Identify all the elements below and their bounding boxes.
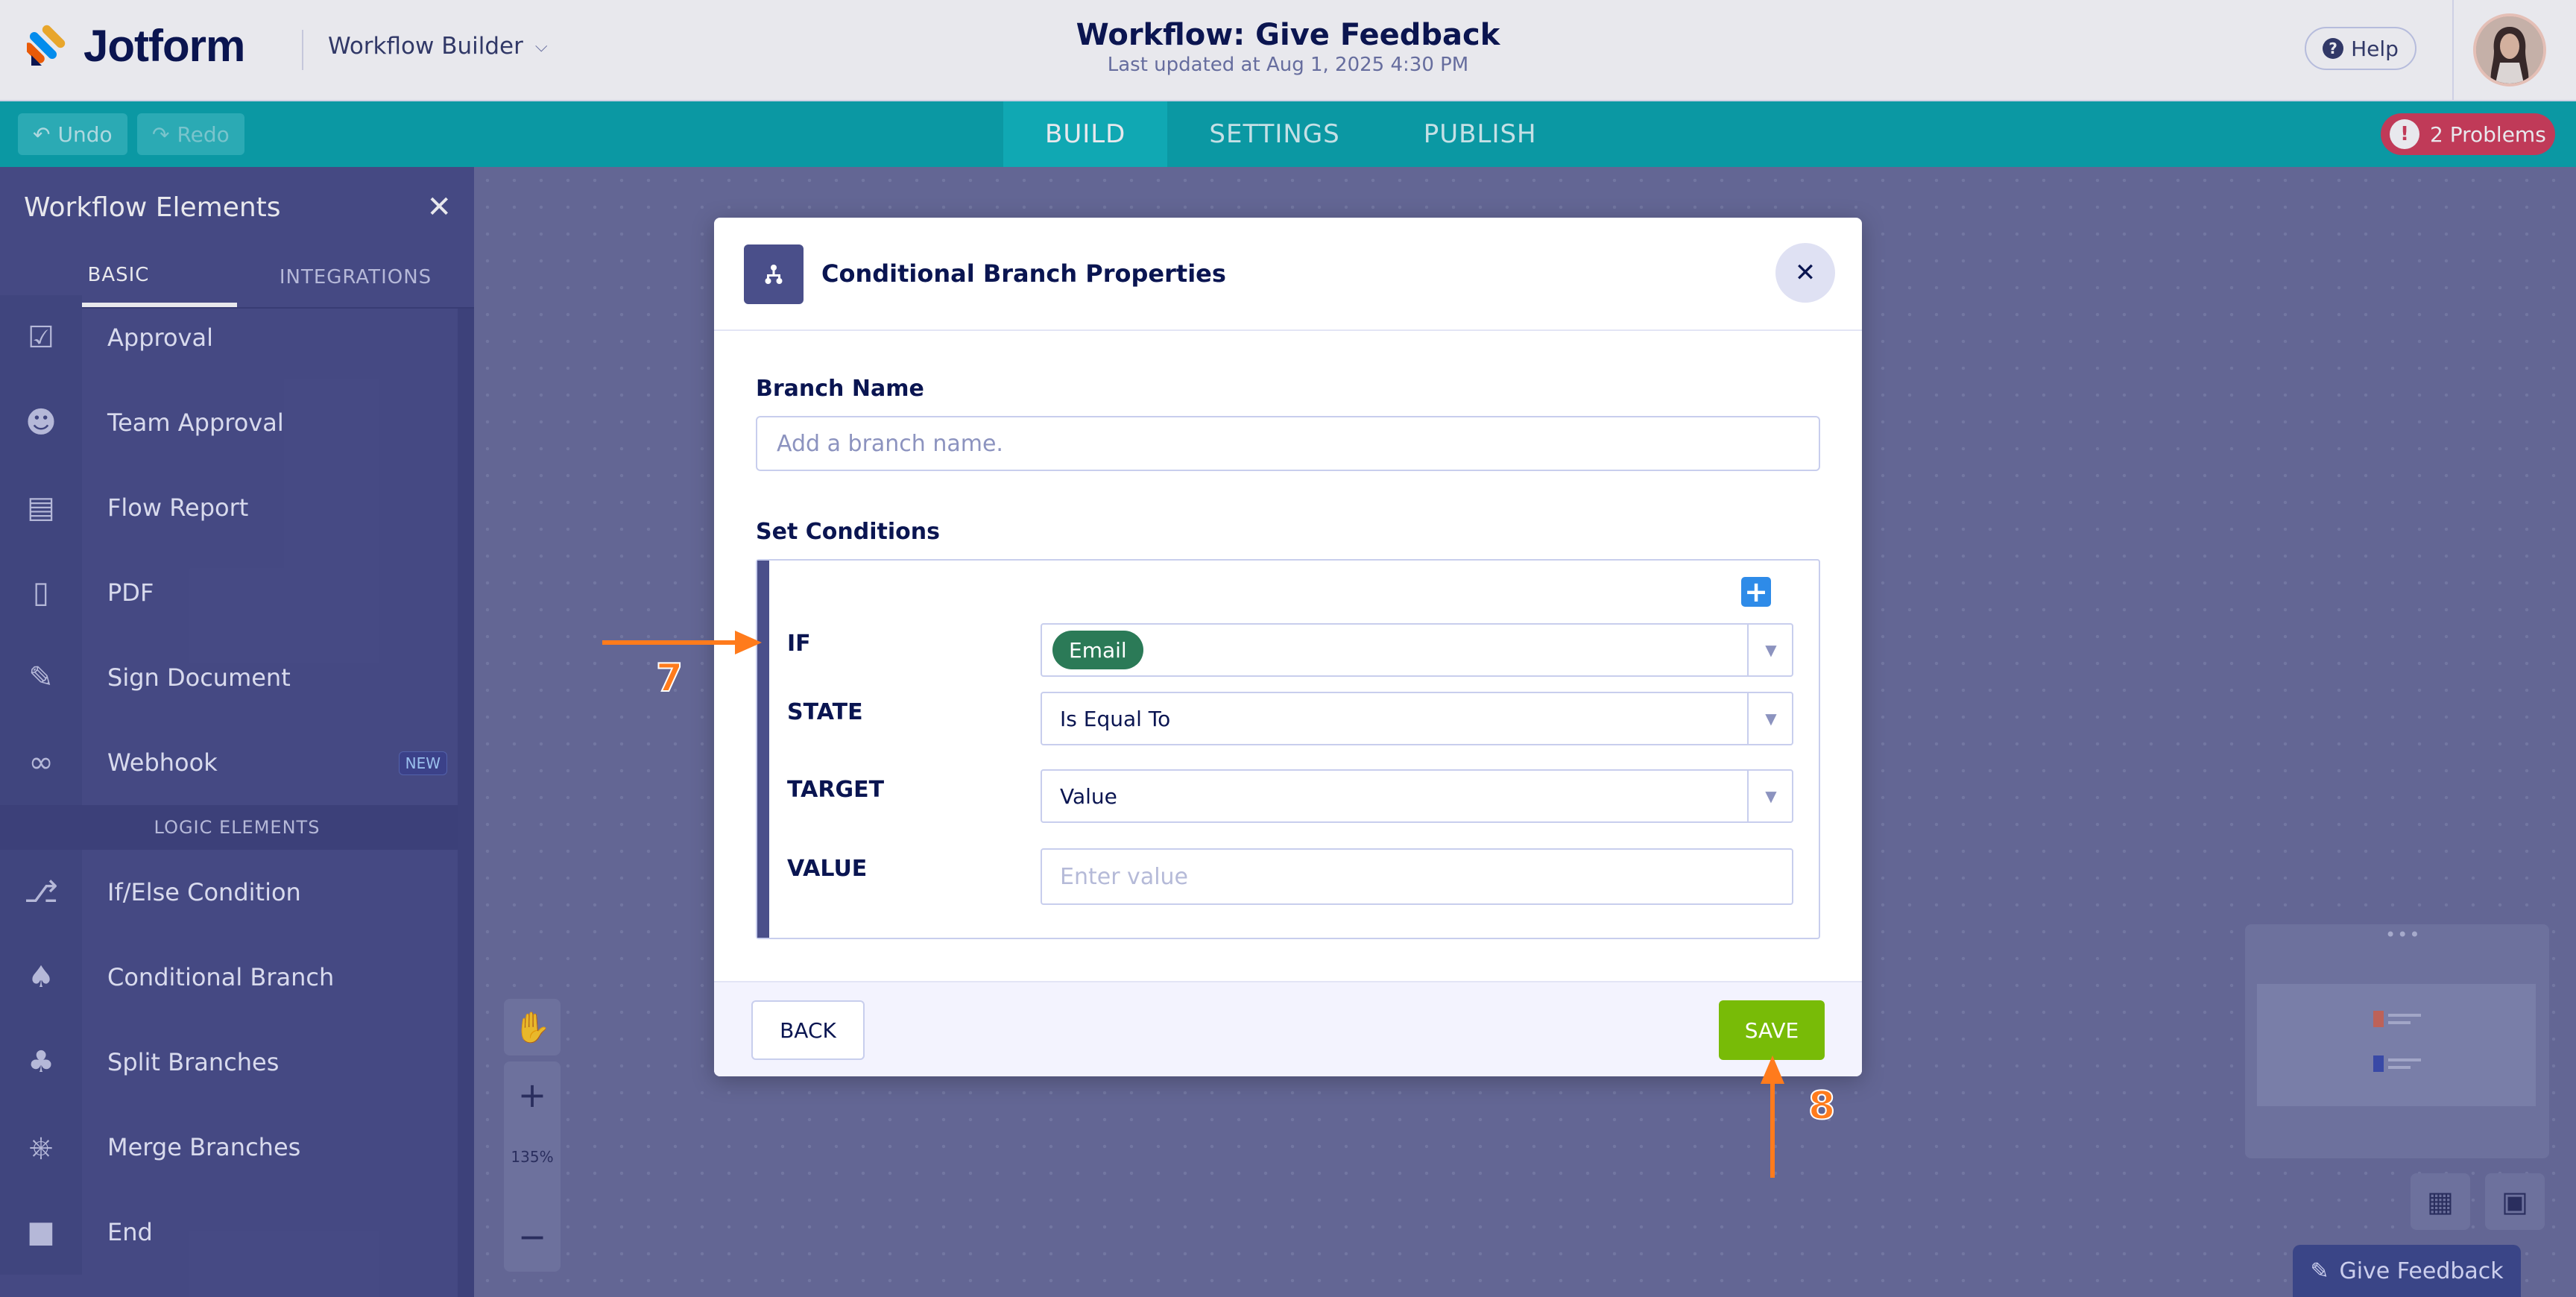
branch-glyph	[765, 265, 783, 284]
step-8-label: 8	[1808, 1083, 1836, 1129]
conditional-branch-properties-dialog: Conditional Branch Properties ✕ Branch N…	[714, 218, 1862, 1076]
if-field-select[interactable]: Email ▼	[1041, 623, 1793, 677]
dialog-title: Conditional Branch Properties	[821, 259, 1226, 288]
dropdown-caret-icon[interactable]: ▼	[1749, 693, 1793, 744]
close-icon: ✕	[1794, 258, 1816, 288]
state-select[interactable]: Is Equal To ▼	[1041, 692, 1793, 745]
state-selected-value: Is Equal To	[1060, 706, 1171, 731]
close-dialog-button[interactable]: ✕	[1775, 243, 1835, 303]
branch-name-input[interactable]	[756, 416, 1820, 471]
target-select[interactable]: Value ▼	[1041, 769, 1793, 823]
step-7-label: 7	[655, 655, 684, 701]
conditional-branch-icon	[744, 244, 804, 304]
dialog-header: Conditional Branch Properties ✕	[714, 218, 1862, 331]
plus-icon: +	[1744, 575, 1768, 608]
dropdown-caret-icon[interactable]: ▼	[1749, 771, 1793, 821]
condition-accent-bar	[757, 561, 769, 938]
value-label: VALUE	[787, 856, 868, 882]
field-chip[interactable]: Email	[1052, 631, 1143, 669]
value-input[interactable]	[1041, 848, 1793, 905]
state-label: STATE	[787, 699, 863, 725]
back-button[interactable]: BACK	[751, 1000, 865, 1060]
branch-name-label: Branch Name	[756, 376, 924, 402]
if-label: IF	[787, 631, 811, 657]
dropdown-caret-icon[interactable]: ▼	[1749, 625, 1793, 675]
target-label: TARGET	[787, 777, 885, 803]
dialog-body: Branch Name Set Conditions + IF Email ▼ …	[714, 331, 1862, 981]
dialog-footer: BACK SAVE	[714, 981, 1862, 1076]
set-conditions-label: Set Conditions	[756, 519, 940, 545]
target-selected-value: Value	[1060, 783, 1117, 809]
add-condition-button[interactable]: +	[1741, 577, 1771, 607]
save-button[interactable]: SAVE	[1719, 1000, 1825, 1060]
condition-card: + IF Email ▼ STATE Is Equal To ▼ TARGET …	[756, 559, 1820, 939]
